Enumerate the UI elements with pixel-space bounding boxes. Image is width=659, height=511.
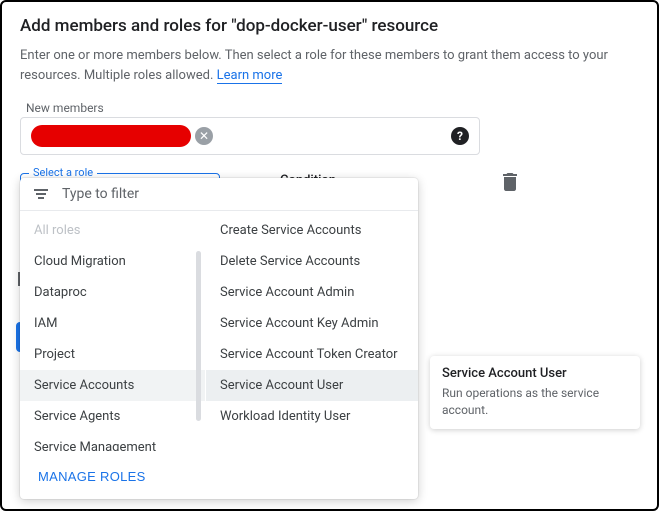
category-item[interactable]: Project xyxy=(20,339,205,370)
filter-icon xyxy=(32,189,50,199)
category-item[interactable]: IAM xyxy=(20,308,205,339)
tooltip-body: Run operations as the service account. xyxy=(442,385,628,419)
role-item[interactable]: Workload Identity User xyxy=(206,401,418,432)
filter-bar[interactable]: Type to filter xyxy=(20,178,418,211)
help-icon[interactable]: ? xyxy=(451,127,469,145)
new-members-input[interactable]: ✕ ? xyxy=(20,117,480,155)
chip-remove-icon[interactable]: ✕ xyxy=(195,127,213,145)
subtitle-text: Enter one or more members below. Then se… xyxy=(20,48,608,83)
tooltip-title: Service Account User xyxy=(442,366,628,381)
category-list: All rolesCloud MigrationDataprocIAMProje… xyxy=(20,211,206,451)
filter-placeholder: Type to filter xyxy=(62,186,139,202)
new-members-label: New members xyxy=(26,101,639,115)
role-picker-panel: Type to filter All rolesCloud MigrationD… xyxy=(20,178,418,499)
role-item[interactable]: Service Account Key Admin xyxy=(206,308,418,339)
trash-icon[interactable] xyxy=(503,173,519,195)
role-item[interactable]: Service Account Admin xyxy=(206,277,418,308)
manage-roles-button[interactable]: MANAGE ROLES xyxy=(38,469,146,484)
category-item[interactable]: All roles xyxy=(20,215,205,246)
role-list: Create Service AccountsDelete Service Ac… xyxy=(206,211,418,451)
category-item[interactable]: Cloud Migration xyxy=(20,246,205,277)
category-item[interactable]: Dataproc xyxy=(20,277,205,308)
category-item[interactable]: Service Agents xyxy=(20,401,205,432)
dialog-title: Add members and roles for "dop-docker-us… xyxy=(20,16,639,36)
member-chip-redacted xyxy=(31,125,191,147)
role-tooltip: Service Account User Run operations as t… xyxy=(430,356,640,429)
learn-more-link[interactable]: Learn more xyxy=(217,68,283,84)
role-item[interactable]: Create Service Accounts xyxy=(206,215,418,246)
role-item[interactable]: Delete Service Accounts xyxy=(206,246,418,277)
category-item[interactable]: Service Management xyxy=(20,432,205,451)
dialog-subtitle: Enter one or more members below. Then se… xyxy=(20,46,639,85)
role-item[interactable]: Service Account User xyxy=(206,370,418,401)
role-item[interactable]: Service Account Token Creator xyxy=(206,339,418,370)
category-item[interactable]: Service Accounts xyxy=(20,370,205,401)
